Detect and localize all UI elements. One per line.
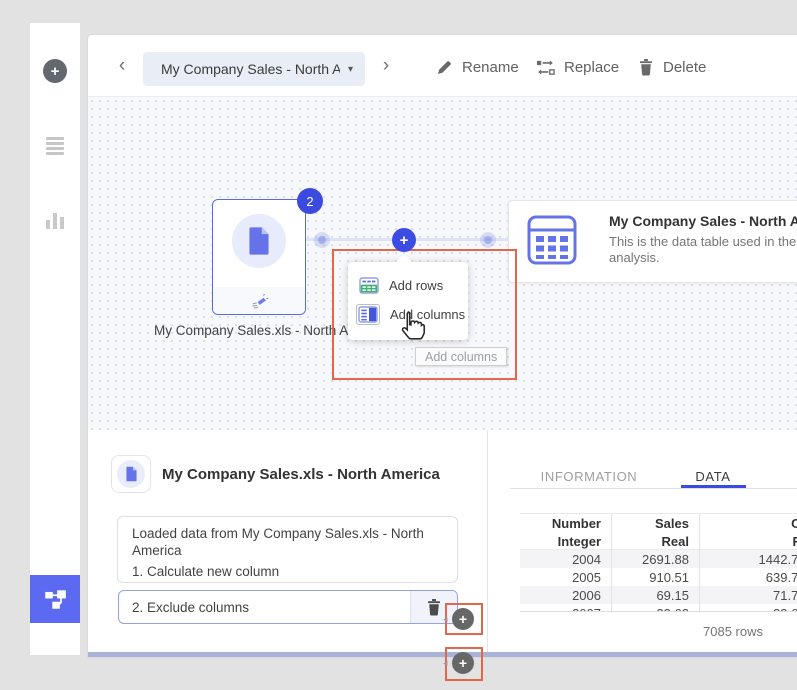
- menu-item-add-rows[interactable]: Add rows: [348, 271, 468, 300]
- rename-button[interactable]: Rename: [436, 55, 519, 79]
- data-canvas[interactable]: + 2 My Company Sales.xls - North America: [88, 97, 797, 430]
- sidebar: +: [30, 23, 80, 655]
- delete-button[interactable]: Delete: [638, 55, 706, 79]
- add-rows-label: Add rows: [389, 278, 443, 293]
- sidebar-add-button[interactable]: +: [30, 59, 80, 83]
- sidebar-item-data[interactable]: [30, 135, 80, 157]
- replace-label: Replace: [564, 59, 619, 76]
- dataset-selector-dropdown[interactable]: My Company Sales - North Am... ▾: [143, 52, 365, 86]
- add-transformation-button[interactable]: +: [392, 228, 416, 252]
- data-table-node-title: My Company Sales - North America: [609, 213, 797, 229]
- document-icon: [246, 226, 272, 256]
- insert-step-nub-1: ◂: [443, 614, 448, 625]
- column-name: Cost: [700, 514, 797, 532]
- table-row: 2004 2691.88 1442.7185: [520, 550, 797, 568]
- delete-step-button[interactable]: [410, 591, 457, 623]
- insert-step-nub-2: ◂: [443, 658, 448, 669]
- table-row: 2007 33.62 23.6817: [520, 604, 797, 612]
- data-table-node[interactable]: My Company Sales - North America This is…: [508, 200, 797, 283]
- column-name: Sales: [612, 514, 700, 532]
- add-columns-icon: [356, 304, 380, 325]
- file-icon: [117, 460, 145, 488]
- transformation-count-badge: 2: [297, 188, 323, 214]
- rename-label: Rename: [462, 59, 519, 76]
- replace-icon: [536, 59, 555, 76]
- data-table-icon: [527, 215, 577, 265]
- step-2-label: 2. Exclude columns: [119, 591, 410, 623]
- data-list-icon: [46, 137, 64, 155]
- pencil-icon: [436, 59, 453, 76]
- file-node-circle: [232, 214, 286, 268]
- connector-endpoint-right: [480, 232, 496, 248]
- column-type: Real: [612, 532, 700, 550]
- add-rows-icon: [359, 277, 379, 294]
- connector-endpoint-left: [314, 232, 330, 248]
- chevron-down-icon: ▾: [348, 64, 353, 75]
- step-1-label: 1. Calculate new column: [132, 564, 443, 579]
- data-preview-table[interactable]: Number Sales Cost Integer Real Real 2004…: [520, 513, 797, 612]
- sidebar-item-data-canvas-active[interactable]: [30, 575, 80, 623]
- add-data-popup-menu: Add rows Add columns: [348, 262, 468, 340]
- trash-icon: [638, 58, 654, 76]
- canvas-toolbar: ‹ My Company Sales - North Am... ▾ › Ren…: [88, 35, 797, 97]
- data-canvas-page: ‹ My Company Sales - North Am... ▾ › Ren…: [88, 35, 797, 657]
- source-step-card[interactable]: Loaded data from My Company Sales.xls - …: [117, 516, 458, 583]
- column-name: Number: [520, 514, 612, 532]
- bar-chart-icon: [46, 220, 50, 229]
- data-table-node-description: This is the data table used in the analy…: [609, 234, 797, 266]
- data-canvas-icon: [42, 586, 68, 612]
- insert-step-button-2[interactable]: +: [452, 652, 474, 674]
- menu-item-add-columns[interactable]: Add columns: [348, 300, 468, 329]
- previous-dataset-button[interactable]: ‹: [112, 56, 132, 76]
- file-node-footer: [213, 287, 305, 314]
- trash-icon: [426, 598, 442, 616]
- add-columns-label: Add columns: [390, 307, 465, 322]
- dataset-selector-label: My Company Sales - North Am...: [161, 61, 340, 77]
- column-type: Real: [700, 532, 797, 550]
- plus-icon: +: [43, 59, 67, 83]
- row-count-label: 7085 rows: [520, 624, 763, 639]
- source-file-node[interactable]: [212, 199, 306, 315]
- steps-panel-title: My Company Sales.xls - North America: [162, 466, 440, 483]
- transformations-icon: [250, 293, 269, 309]
- replace-button[interactable]: Replace: [536, 55, 619, 79]
- tab-information[interactable]: INFORMATION: [524, 463, 654, 489]
- tabs-divider-line: [510, 488, 797, 489]
- column-type: Integer: [520, 532, 612, 550]
- table-row: 2005 910.51 639.7418: [520, 568, 797, 586]
- delete-label: Delete: [663, 59, 706, 76]
- steps-panel-file-icon-box: [111, 455, 151, 493]
- insert-step-button-1[interactable]: +: [452, 608, 474, 630]
- loaded-data-text: Loaded data from My Company Sales.xls - …: [132, 525, 443, 559]
- table-header-row: Number Sales Cost: [520, 514, 797, 532]
- table-type-row: Integer Real Real: [520, 532, 797, 550]
- next-dataset-button[interactable]: ›: [376, 56, 396, 76]
- step-2-card-selected[interactable]: 2. Exclude columns: [118, 590, 458, 624]
- panel-divider: [487, 430, 488, 652]
- bottom-accent-bar: [88, 652, 797, 657]
- table-row: 2006 69.15 71.7186: [520, 586, 797, 604]
- add-columns-tooltip: Add columns: [415, 347, 507, 366]
- sidebar-item-visualizations[interactable]: [30, 209, 80, 229]
